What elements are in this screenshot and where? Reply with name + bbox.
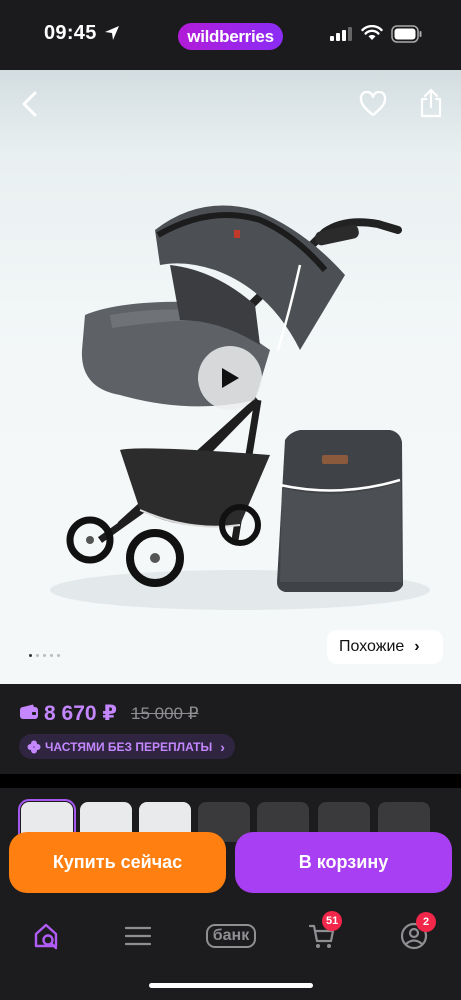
menu-icon: [125, 926, 151, 946]
pager-dot: [50, 654, 53, 657]
similar-label: Похожие: [339, 638, 405, 655]
add-to-cart-label: В корзину: [298, 852, 389, 872]
heart-icon: [359, 91, 387, 117]
play-icon: [222, 368, 239, 388]
chevron-right-icon: ›: [220, 738, 225, 755]
pager-dot: [29, 654, 32, 657]
wildberries-pill[interactable]: wildberries: [178, 23, 283, 50]
profile-notification-badge: 2: [416, 912, 436, 932]
buy-now-button[interactable]: Купить сейчас: [9, 832, 226, 893]
pager-dot: [43, 654, 46, 657]
cellular-signal-icon: [330, 27, 352, 41]
section-divider: [0, 774, 461, 788]
favorite-button[interactable]: [356, 88, 390, 120]
tab-home[interactable]: [22, 916, 72, 956]
tab-bank[interactable]: банк: [202, 916, 260, 956]
tab-catalog[interactable]: [113, 916, 163, 956]
price-section: 8 670 ₽ 15 000 ₽ ЧАСТЯМИ БЕЗ ПЕРЕПЛАТЫ ›: [0, 684, 461, 774]
installments-label: ЧАСТЯМИ БЕЗ ПЕРЕПЛАТЫ: [45, 739, 213, 754]
installments-badge[interactable]: ЧАСТЯМИ БЕЗ ПЕРЕПЛАТЫ ›: [19, 734, 235, 759]
buy-now-label: Купить сейчас: [52, 852, 183, 872]
status-bar: 09:45 wildberries: [0, 0, 461, 70]
similar-products-button[interactable]: Похожие ›: [327, 630, 443, 664]
wallet-icon: [20, 704, 38, 719]
chevron-left-icon: [22, 91, 37, 117]
share-button[interactable]: [415, 86, 447, 120]
old-price: 15 000 ₽: [131, 704, 199, 723]
battery-icon: [391, 25, 422, 43]
tab-profile[interactable]: 2: [389, 912, 439, 956]
status-time: 09:45: [44, 22, 97, 44]
share-icon: [420, 88, 442, 118]
bank-label: банк: [205, 924, 257, 948]
wifi-icon: [361, 25, 383, 40]
pager-dot: [57, 654, 60, 657]
pager-dot: [36, 654, 39, 657]
current-price: 8 670 ₽: [44, 702, 117, 725]
home-indicator: [149, 983, 313, 988]
tab-cart[interactable]: 51: [297, 911, 347, 956]
image-pager-dots: [29, 654, 60, 657]
chevron-right-icon: ›: [414, 638, 420, 655]
location-arrow-icon: [105, 26, 119, 40]
home-search-icon: [34, 923, 58, 950]
product-image-gallery[interactable]: Похожие ›: [0, 70, 461, 684]
add-to-cart-button[interactable]: В корзину: [235, 832, 452, 893]
back-button[interactable]: [14, 88, 46, 120]
clover-icon: [27, 740, 41, 753]
wildberries-pill-label: wildberries: [187, 26, 274, 46]
cart-count-badge: 51: [322, 911, 343, 931]
play-video-button[interactable]: [198, 346, 262, 410]
